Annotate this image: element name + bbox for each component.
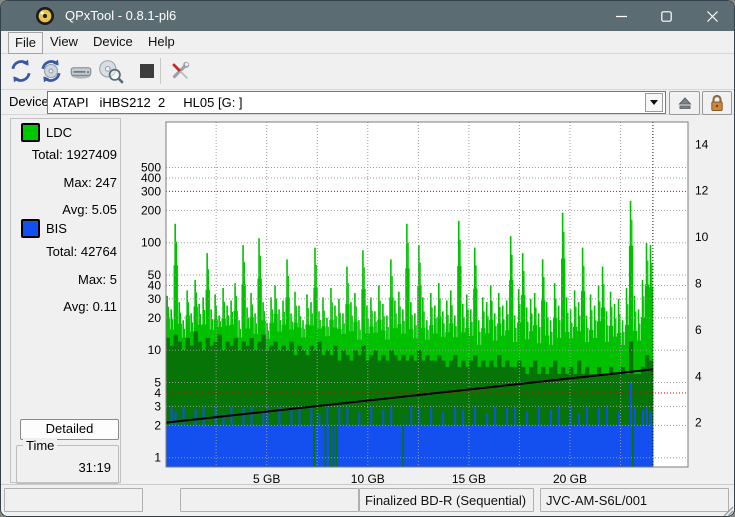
stop-icon (140, 64, 154, 78)
svg-text:50: 50 (148, 268, 162, 282)
device-bar: Device: ATAPI iHBS212 2 HL05 [G: ] (1, 90, 735, 115)
ldc-total: Total: 1927409 (19, 147, 117, 162)
svg-text:12: 12 (695, 184, 709, 198)
minimize-button[interactable] (599, 1, 644, 31)
resize-grip[interactable] (722, 505, 734, 517)
minimize-icon (616, 11, 627, 22)
eject-button[interactable] (669, 91, 700, 115)
chevron-down-icon (650, 100, 658, 105)
settings-button[interactable] (166, 57, 194, 85)
eject-icon (677, 95, 693, 111)
maximize-icon (661, 11, 672, 22)
stats-panel: LDC Total: 1927409 Max: 247 Avg: 5.05 BI… (10, 118, 121, 483)
statusbar: Finalized BD-R (Sequential) JVC-AM-S6L/0… (1, 484, 735, 517)
svg-text:3: 3 (154, 399, 161, 413)
detailed-button[interactable]: Detailed (20, 419, 119, 440)
svg-text:500: 500 (141, 161, 161, 175)
ldc-max: Max: 247 (19, 175, 117, 190)
app-window: QPxTool - 0.8.1-pl6 File View Device Hel… (0, 0, 735, 517)
bis-max: Max: 5 (19, 272, 117, 287)
toolbar (1, 54, 735, 90)
device-combobox-value: ATAPI iHBS212 2 HL05 [G: ] (53, 92, 243, 113)
svg-text:8: 8 (695, 277, 702, 291)
ldc-avg: Avg: 5.05 (19, 202, 117, 217)
time-label: Time (23, 438, 57, 453)
device-label: Device: (9, 94, 52, 109)
window-title: QPxTool - 0.8.1-pl6 (65, 1, 176, 31)
refresh-devices-button[interactable] (7, 57, 35, 85)
svg-text:10: 10 (695, 230, 709, 244)
svg-text:10: 10 (148, 343, 162, 357)
svg-text:6: 6 (695, 323, 702, 337)
time-groupbox: Time 31:19 (16, 445, 119, 484)
svg-text:30: 30 (148, 292, 162, 306)
menubar: File View Device Help (1, 31, 735, 54)
quality-chart: 1234510203040501002003004005002468101214… (123, 114, 735, 488)
svg-text:5: 5 (154, 376, 161, 390)
menu-item-device[interactable]: Device (87, 32, 139, 52)
disc-magnifier-icon (97, 58, 125, 84)
menu-item-view[interactable]: View (44, 32, 84, 52)
statusbar-section (4, 488, 143, 512)
drive-icon (68, 58, 94, 84)
scan-disc-button[interactable] (97, 57, 125, 85)
close-icon (707, 11, 718, 22)
statusbar-media-id: JVC-AM-S6L/001 (540, 488, 729, 512)
combobox-dropdown-button[interactable] (645, 93, 663, 112)
device-combobox[interactable]: ATAPI iHBS212 2 HL05 [G: ] (47, 91, 666, 114)
statusbar-section (180, 488, 359, 512)
menu-item-file[interactable]: File (8, 32, 43, 54)
menu-item-help[interactable]: Help (142, 32, 181, 52)
svg-text:200: 200 (141, 203, 161, 217)
ldc-color-swatch (21, 123, 40, 142)
svg-text:100: 100 (141, 236, 161, 250)
bis-color-swatch (21, 219, 40, 238)
lock-button[interactable] (702, 91, 732, 115)
lock-icon (709, 94, 725, 112)
rescan-disc-button[interactable] (37, 57, 65, 85)
bis-label: BIS (46, 221, 67, 236)
time-value: 31:19 (78, 460, 111, 475)
ldc-label: LDC (46, 125, 72, 140)
bis-total: Total: 42764 (19, 244, 117, 259)
refresh-icon (8, 58, 34, 84)
drive-info-button[interactable] (67, 57, 95, 85)
svg-text:300: 300 (141, 184, 161, 198)
statusbar-media-type: Finalized BD-R (Sequential) (359, 488, 534, 512)
rescan-disc-icon (38, 58, 64, 84)
tools-icon (166, 57, 194, 85)
svg-text:14: 14 (695, 137, 709, 151)
svg-text:4: 4 (695, 369, 702, 383)
svg-text:1: 1 (154, 451, 161, 465)
svg-text:2: 2 (154, 418, 161, 432)
close-button[interactable] (689, 1, 735, 31)
svg-text:2: 2 (695, 416, 702, 430)
titlebar[interactable]: QPxTool - 0.8.1-pl6 (1, 1, 735, 31)
svg-text:20: 20 (148, 311, 162, 325)
toolbar-separator (160, 58, 161, 84)
maximize-button[interactable] (644, 1, 689, 31)
bis-avg: Avg: 0.11 (19, 299, 117, 314)
app-icon (35, 6, 55, 26)
stop-button[interactable] (133, 57, 161, 85)
